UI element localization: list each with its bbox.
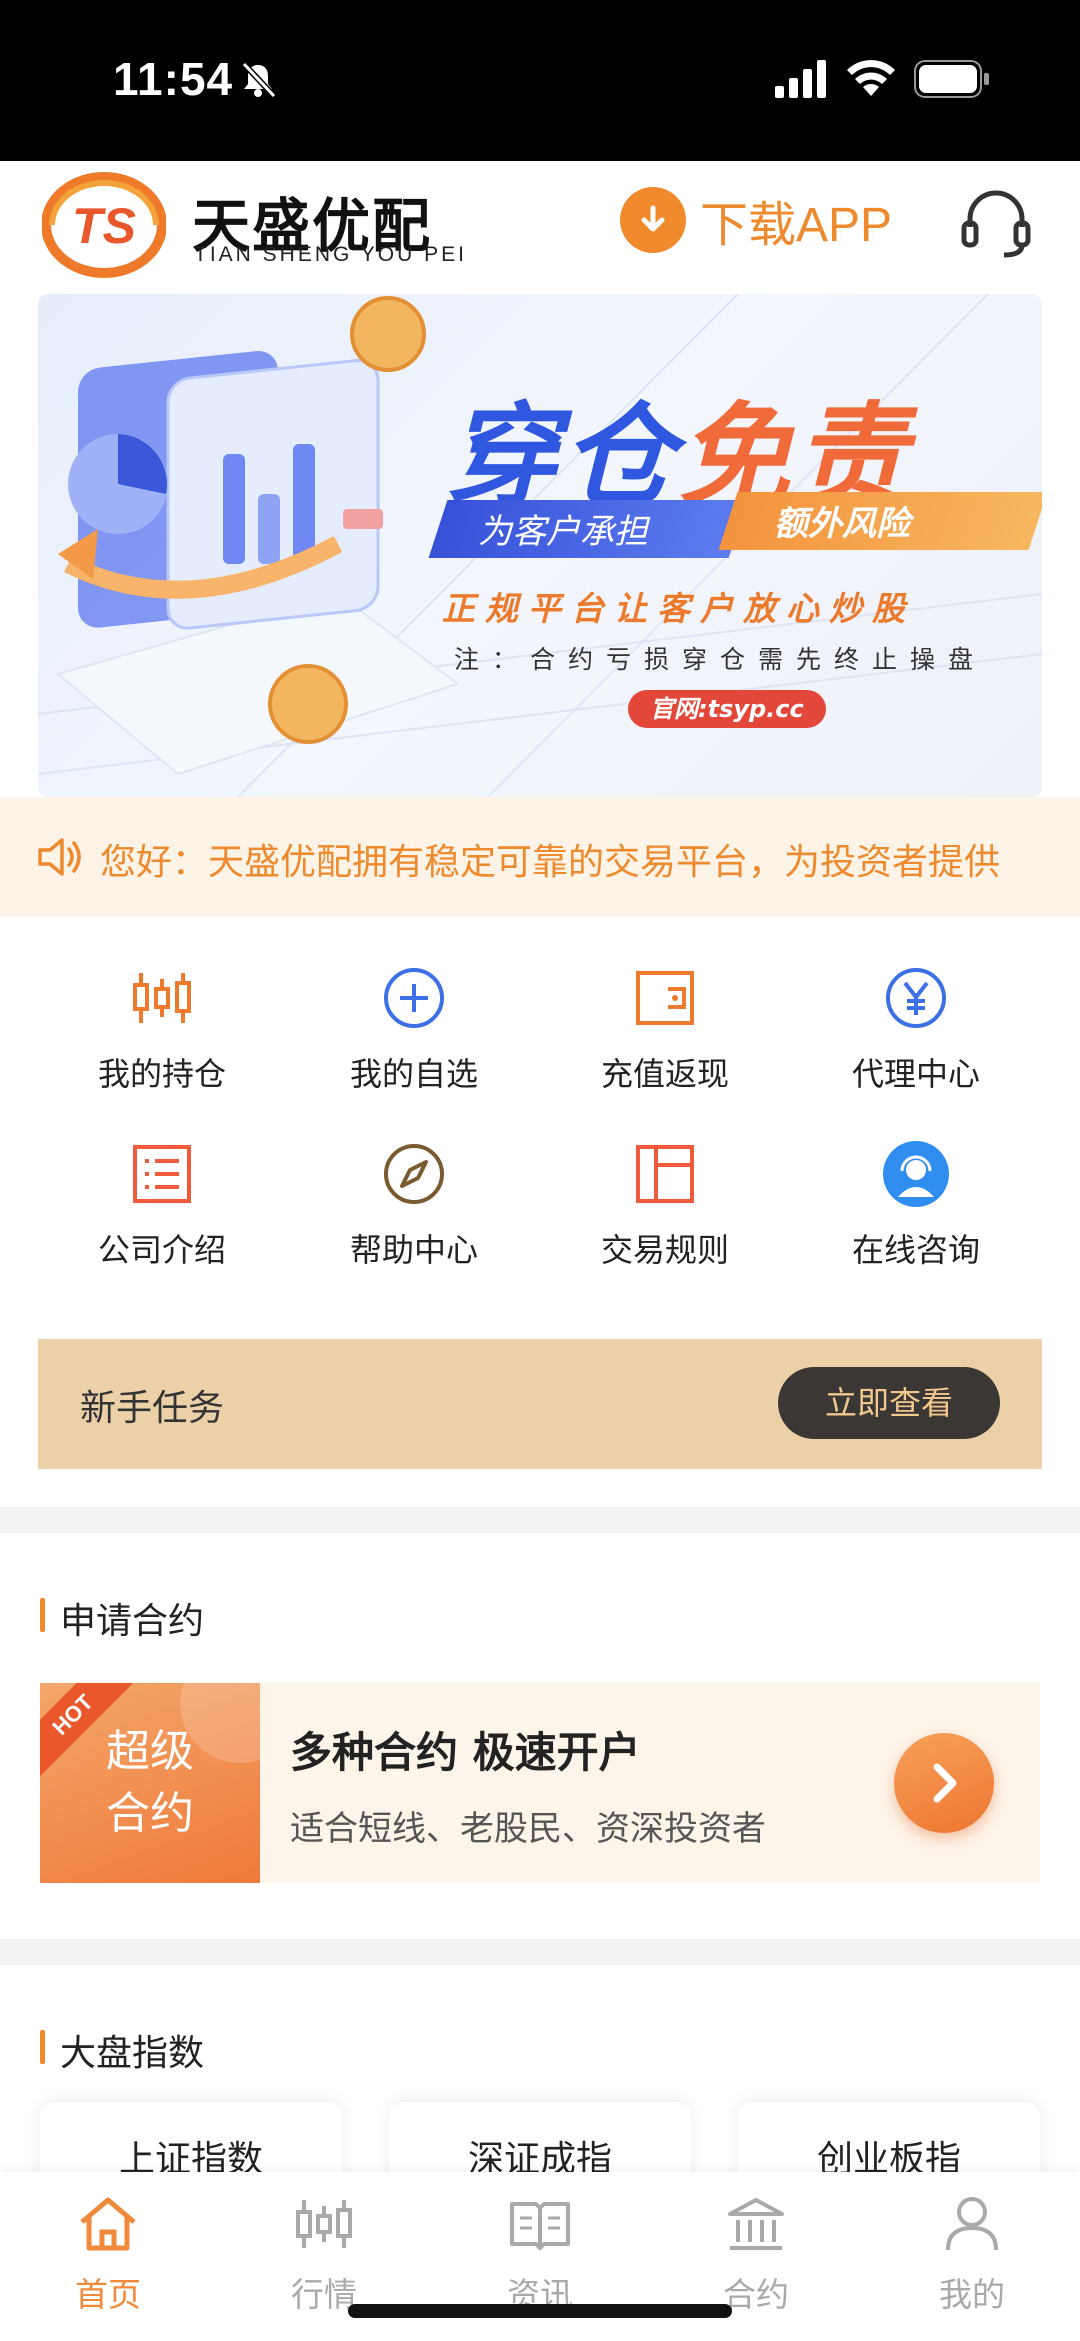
tab-market[interactable]: 行情	[216, 2192, 432, 2322]
index-card-shanghai[interactable]: 上证指数	[40, 2102, 342, 2182]
home-icon	[80, 2197, 136, 2251]
promo-banner[interactable]: 穿仓免责 为客户承担 额外风险 正规平台让客户放心炒股 注：合约亏损穿仓需先终止…	[38, 294, 1042, 797]
yen-circle-icon	[886, 968, 946, 1028]
menu-item-agency[interactable]: 代理中心	[791, 965, 1041, 1115]
download-app-button[interactable]: 下载APP	[620, 185, 892, 255]
speaker-icon	[38, 838, 81, 876]
book-icon	[510, 2202, 570, 2250]
user-icon	[946, 2197, 998, 2251]
candlestick-icon	[133, 973, 191, 1023]
signal-icon	[775, 60, 826, 98]
banner-ribbon-left-text: 为客户承担	[478, 512, 648, 552]
novice-task-bar: 新手任务 立即查看	[38, 1339, 1042, 1469]
status-time: 11:54	[113, 53, 234, 105]
customer-service-icon[interactable]	[960, 187, 1032, 259]
apply-contract-title: 申请合约	[40, 1592, 204, 1644]
tab-home[interactable]: 首页	[0, 2192, 216, 2322]
home-indicator	[348, 2304, 732, 2318]
layout-icon	[636, 1145, 694, 1203]
support-agent-icon	[883, 1141, 949, 1207]
menu-item-recharge[interactable]: 充值返现	[540, 965, 790, 1115]
list-icon	[133, 1145, 191, 1203]
tab-contract[interactable]: 合约	[648, 2192, 864, 2322]
banner-site-badge: 官网:tsyp.cc	[628, 690, 826, 728]
wallet-icon	[636, 971, 694, 1025]
section-divider	[0, 1939, 1080, 1965]
banner-note: 注：合约亏损穿仓需先终止操盘	[454, 645, 987, 674]
plus-circle-icon	[384, 968, 444, 1028]
contract-subtitle: 适合短线、老股民、资深投资者	[290, 1809, 766, 1849]
menu-item-positions[interactable]: 我的持仓	[37, 965, 287, 1115]
banner-slogan: 正规平台让客户放心炒股	[442, 589, 915, 628]
tab-mine[interactable]: 我的	[864, 2192, 1080, 2322]
menu-item-consult[interactable]: 在线咨询	[791, 1141, 1041, 1291]
menu-item-watchlist[interactable]: 我的自选	[289, 965, 539, 1115]
app-header: TS 天盛优配 TIAN SHENG YOU PEI 下载APP	[0, 161, 1080, 289]
contract-headline: 多种合约 极速开户	[290, 1728, 641, 1777]
index-card-chinext[interactable]: 创业板指	[738, 2102, 1040, 2182]
market-index-title: 大盘指数	[40, 2024, 204, 2076]
novice-task-title: 新手任务	[80, 1388, 225, 1429]
contract-card[interactable]: HOT 超级 合约 多种合约 极速开户 适合短线、老股民、资深投资者	[40, 1683, 1040, 1883]
bell-slash-icon	[241, 61, 277, 99]
status-bar: 11:54	[0, 0, 1080, 161]
notice-bar[interactable]: 您好：天盛优配拥有稳定可靠的交易平台，为投资者提供	[0, 797, 1080, 917]
wifi-icon	[847, 60, 895, 96]
contract-go-button[interactable]	[894, 1733, 994, 1833]
download-arrow-icon	[620, 187, 686, 253]
download-app-label: 下载APP	[700, 199, 893, 252]
tab-news[interactable]: 资讯	[432, 2192, 648, 2322]
battery-icon	[914, 60, 989, 98]
chevron-right-icon	[933, 1763, 957, 1803]
candlestick-icon	[296, 2200, 352, 2248]
notice-text: 您好：天盛优配拥有稳定可靠的交易平台，为投资者提供	[100, 842, 1001, 883]
view-now-button[interactable]: 立即查看	[778, 1367, 1000, 1439]
banner-ribbon-right-text: 额外风险	[774, 504, 910, 544]
super-contract-tag: HOT 超级 合约	[40, 1683, 260, 1883]
brand-logo: TS	[42, 172, 166, 278]
compass-icon	[384, 1144, 444, 1204]
brand-name-en: TIAN SHENG YOU PEI	[194, 243, 467, 266]
menu-item-company[interactable]: 公司介绍	[37, 1141, 287, 1291]
bank-icon	[728, 2198, 784, 2250]
svg-text:TS: TS	[72, 198, 136, 254]
menu-item-help[interactable]: 帮助中心	[289, 1141, 539, 1291]
menu-item-rules[interactable]: 交易规则	[540, 1141, 790, 1291]
section-divider	[0, 1507, 1080, 1533]
index-card-shenzhen[interactable]: 深证成指	[389, 2102, 691, 2182]
chart-illustration	[55, 296, 458, 776]
